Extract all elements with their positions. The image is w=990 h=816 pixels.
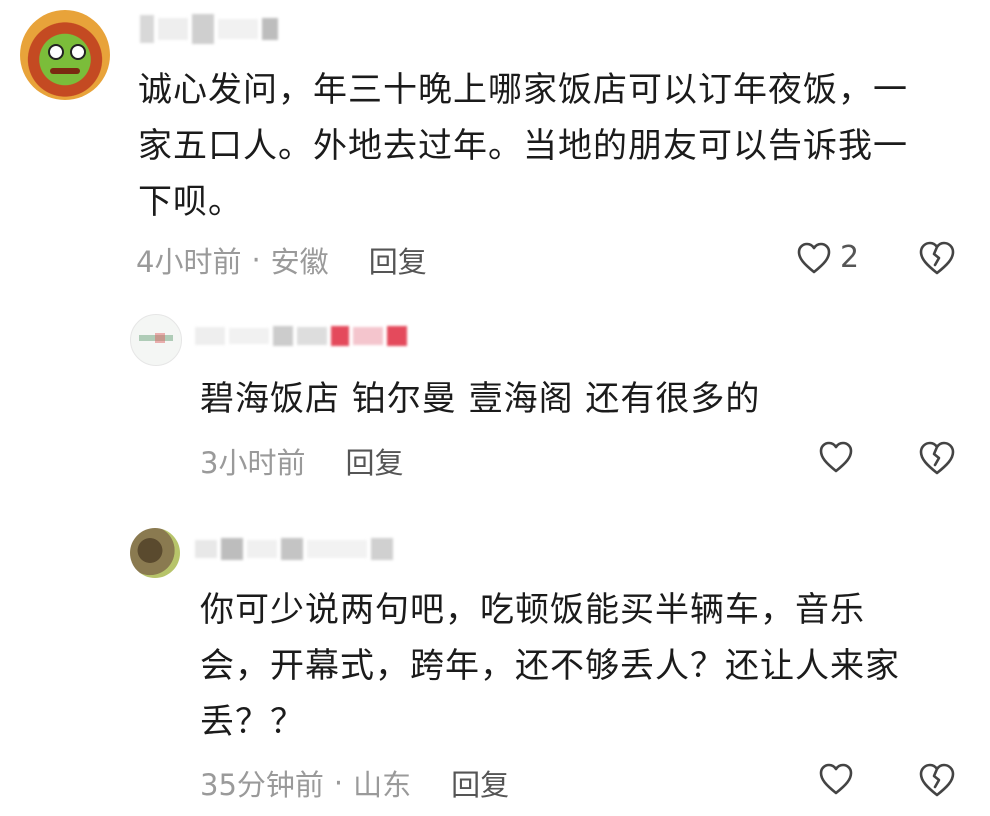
username-redacted[interactable] [195, 538, 397, 560]
comment-meta: 3小时前 回复 [200, 440, 403, 482]
broken-heart-icon[interactable] [918, 762, 956, 798]
heart-outline-icon [796, 241, 832, 275]
heart-outline-icon [818, 440, 854, 474]
like-button[interactable] [818, 762, 854, 796]
avatar[interactable] [130, 528, 180, 578]
meta-separator: · [333, 766, 344, 800]
reply-button[interactable]: 回复 [369, 239, 427, 281]
comment-text-line: 家五口人。外地去过年。当地的朋友可以告诉我一 [138, 126, 908, 166]
location: 安徽 [270, 245, 329, 279]
comment-text-line: 碧海饭店 铂尔曼 壹海阁 还有很多的 [200, 379, 761, 419]
username-redacted[interactable] [195, 326, 411, 346]
meta-separator: · [251, 243, 261, 277]
timestamp: 3小时前 [200, 446, 306, 480]
comment-text-line: 丢？？ [200, 702, 305, 742]
comment-text-line: 诚心发问，年三十晚上哪家饭店可以订年夜饭，一 [138, 70, 908, 110]
comment-meta: 35分钟前 · 山东 回复 [200, 762, 509, 804]
avatar[interactable] [130, 314, 182, 366]
comment-text-line: 会，开幕式，跨年，还不够丢人？还让人来家 [200, 646, 900, 686]
reply-button[interactable]: 回复 [345, 440, 403, 482]
location: 山东 [353, 768, 412, 802]
heart-outline-icon [818, 762, 854, 796]
broken-heart-icon[interactable] [918, 240, 956, 276]
username-redacted[interactable] [140, 14, 282, 44]
comment-text-line: 你可少说两句吧，吃顿饭能买半辆车，音乐 [200, 590, 865, 630]
comment-text: 诚心发问，年三十晚上哪家饭店可以订年夜饭，一 家五口人。外地去过年。当地的朋友可… [138, 62, 908, 230]
comment-meta: 4小时前 · 安徽 回复 [136, 239, 427, 281]
timestamp: 35分钟前 [200, 768, 324, 802]
like-button[interactable] [818, 440, 854, 474]
reply-button[interactable]: 回复 [451, 762, 509, 804]
like-count: 2 [840, 240, 860, 275]
comment-text: 你可少说两句吧，吃顿饭能买半辆车，音乐 会，开幕式，跨年，还不够丢人？还让人来家… [200, 582, 900, 750]
like-button[interactable]: 2 [796, 240, 859, 275]
comment-text: 碧海饭店 铂尔曼 壹海阁 还有很多的 [200, 371, 760, 427]
broken-heart-icon[interactable] [918, 440, 956, 476]
avatar[interactable] [20, 10, 110, 100]
comment-text-line: 下呗。 [138, 182, 243, 222]
timestamp: 4小时前 [136, 245, 242, 279]
